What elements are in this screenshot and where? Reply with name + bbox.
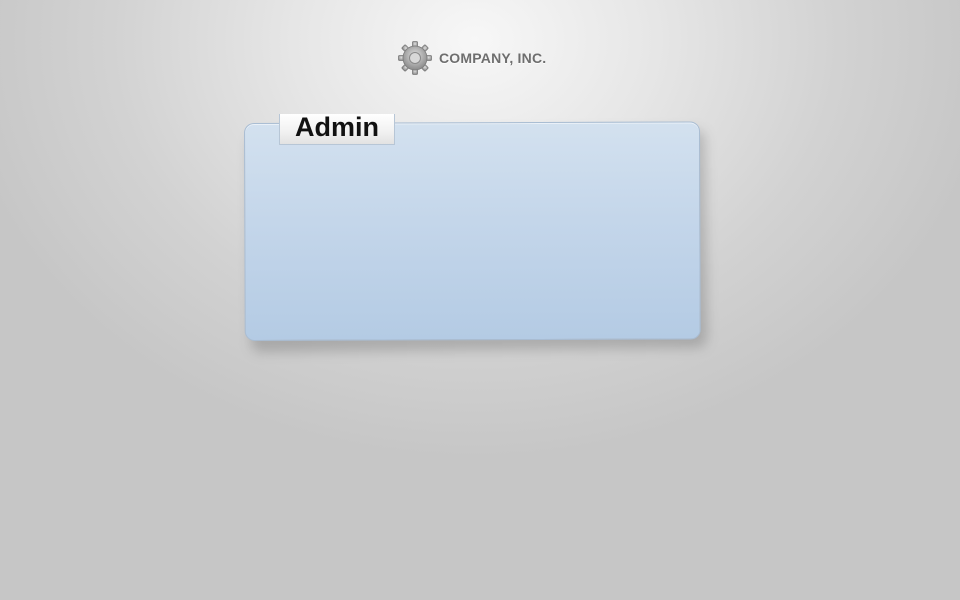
- gear-icon: [398, 41, 432, 75]
- admin-panel: [244, 121, 701, 341]
- company-logo: COMPANY, INC.: [397, 40, 546, 76]
- admin-tab[interactable]: Admin: [279, 114, 395, 145]
- company-name: COMPANY, INC.: [439, 50, 547, 66]
- admin-tab-label: Admin: [295, 112, 379, 142]
